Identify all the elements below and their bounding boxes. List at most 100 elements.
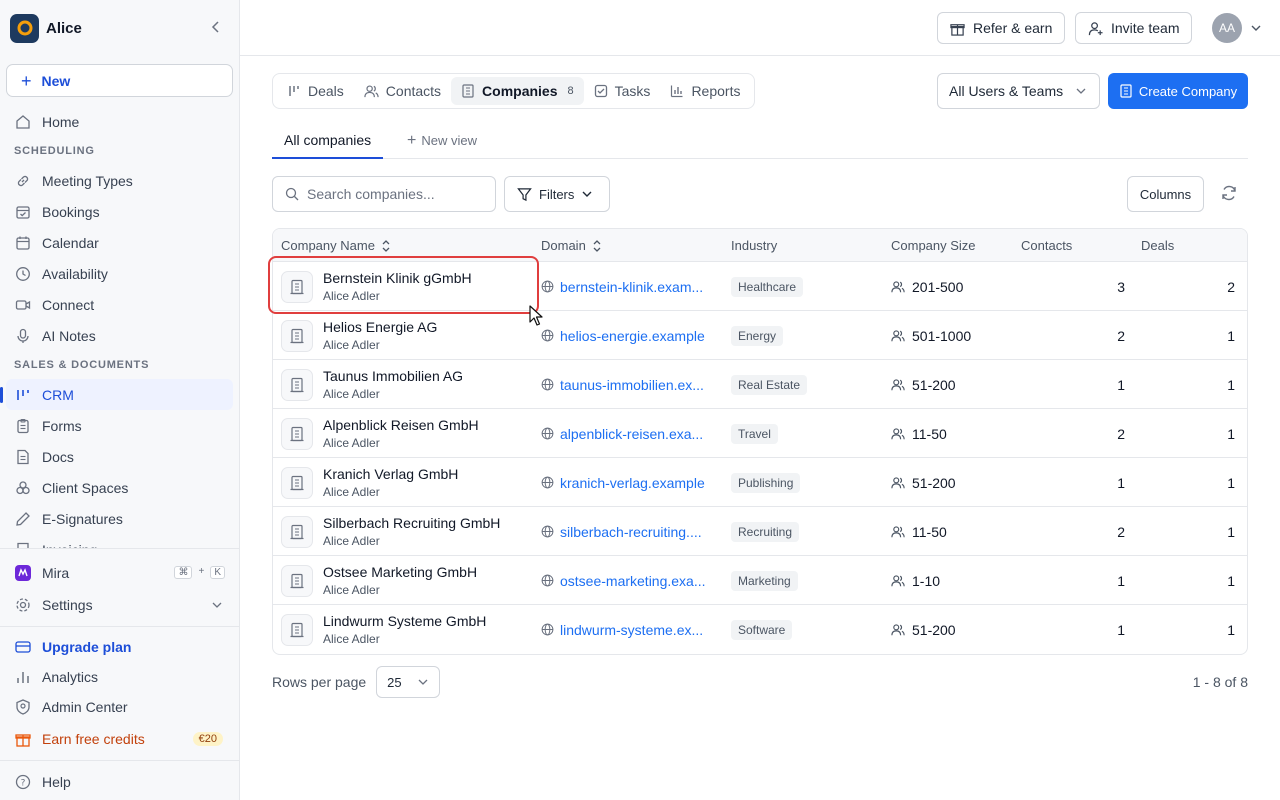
tab-contacts[interactable]: Contacts	[354, 77, 451, 105]
checkbox-icon	[594, 84, 608, 98]
view-tab-all-companies[interactable]: All companies	[272, 122, 384, 159]
rows-per-page-select[interactable]: 25	[376, 666, 441, 698]
sidebar-item-forms[interactable]: Forms	[0, 410, 239, 441]
invite-team-button[interactable]: Invite team	[1075, 12, 1193, 44]
sidebar-item-availability[interactable]: Availability	[0, 258, 239, 289]
column-header-deals[interactable]: Deals	[1141, 229, 1174, 262]
contacts-count: 1	[1117, 621, 1125, 638]
company-name[interactable]: Lindwurm Systeme GmbH	[323, 613, 486, 629]
company-name[interactable]: Ostsee Marketing GmbH	[323, 564, 477, 580]
sidebar-item-upgrade[interactable]: Upgrade plan	[0, 631, 239, 662]
sidebar-item-admin[interactable]: Admin Center	[0, 692, 239, 722]
sidebar-item-connect[interactable]: Connect	[0, 289, 239, 320]
deals-icon	[287, 84, 301, 98]
sidebar: Alice + New Home SCHEDULING Meeting Types B…	[0, 0, 240, 800]
domain-link[interactable]: taunus-immobilien.ex...	[560, 377, 712, 393]
create-company-button[interactable]: Create Company	[1108, 73, 1248, 109]
table-row[interactable]: Ostsee Marketing GmbH Alice Adler ostsee-m…	[273, 556, 1247, 605]
sidebar-item-label: Docs	[42, 448, 74, 465]
domain-link[interactable]: lindwurm-systeme.ex...	[560, 622, 712, 638]
column-header-contacts[interactable]: Contacts	[1021, 229, 1072, 262]
domain-link[interactable]: helios-energie.example	[560, 328, 712, 344]
table-body: Bernstein Klinik gGmbH Alice Adler bernste…	[273, 262, 1247, 654]
sidebar-item-e-signatures[interactable]: E-Signatures	[0, 503, 239, 534]
domain-link[interactable]: ostsee-marketing.exa...	[560, 573, 712, 589]
shield-icon	[14, 698, 32, 716]
domain-link[interactable]: alpenblick-reisen.exa...	[560, 426, 712, 442]
column-header-company-name[interactable]: Company Name	[281, 229, 391, 262]
sidebar-item-home[interactable]: Home	[0, 106, 239, 137]
new-button[interactable]: + New	[6, 64, 233, 97]
domain-link[interactable]: silberbach-recruiting....	[560, 524, 712, 540]
company-name[interactable]: Alpenblick Reisen GmbH	[323, 417, 479, 433]
deals-count: 1	[1227, 376, 1235, 393]
filters-button[interactable]: Filters	[504, 176, 610, 212]
table-row[interactable]: Silberbach Recruiting GmbH Alice Adler sil…	[273, 507, 1247, 556]
sidebar-item-docs[interactable]: Docs	[0, 441, 239, 472]
sidebar-item-help[interactable]: ? Help	[0, 765, 239, 799]
table-row[interactable]: Helios Energie AG Alice Adler helios-energ…	[273, 311, 1247, 360]
sidebar-item-label: Calendar	[42, 234, 99, 251]
app-logo	[10, 13, 39, 43]
columns-button[interactable]: Columns	[1127, 176, 1204, 212]
new-view-button[interactable]: + New view	[407, 122, 477, 159]
chevron-down-icon[interactable]	[1250, 22, 1262, 34]
contacts-count: 2	[1117, 425, 1125, 442]
users-teams-value: All Users & Teams	[949, 83, 1064, 99]
table-row[interactable]: Lindwurm Systeme GmbH Alice Adler lindwurm…	[273, 605, 1247, 654]
company-name[interactable]: Silberbach Recruiting GmbH	[323, 515, 500, 531]
column-header-domain[interactable]: Domain	[541, 229, 602, 262]
company-size-cell: 11-50	[891, 507, 947, 556]
contacts-count: 2	[1117, 523, 1125, 540]
collapse-sidebar-icon[interactable]	[209, 20, 223, 34]
building-icon	[281, 271, 313, 303]
domain-cell: kranich-verlag.example	[541, 458, 717, 507]
table-row[interactable]: Bernstein Klinik gGmbH Alice Adler bernste…	[273, 262, 1247, 311]
sort-icon	[381, 239, 391, 253]
sidebar-item-crm[interactable]: CRM	[0, 379, 233, 410]
plus-icon: +	[407, 131, 417, 149]
chevron-down-icon	[581, 188, 593, 200]
new-view-label: New view	[421, 133, 477, 148]
sidebar-item-analytics[interactable]: Analytics	[0, 662, 239, 692]
sidebar-item-bookings[interactable]: Bookings	[0, 196, 239, 227]
table-row[interactable]: Alpenblick Reisen GmbH Alice Adler alpenbl…	[273, 409, 1247, 458]
company-size-cell: 501-1000	[891, 311, 971, 360]
globe-icon	[541, 623, 554, 636]
company-name[interactable]: Bernstein Klinik gGmbH	[323, 270, 472, 286]
globe-icon	[541, 280, 554, 293]
sidebar-item-ai-notes[interactable]: AI Notes	[0, 320, 239, 351]
column-header-company-size[interactable]: Company Size	[891, 229, 976, 262]
new-button-label: New	[41, 72, 71, 89]
refresh-icon[interactable]	[1220, 184, 1238, 202]
column-header-industry[interactable]: Industry	[731, 229, 777, 262]
tab-label: Contacts	[385, 83, 442, 99]
sidebar-item-calendar[interactable]: Calendar	[0, 227, 239, 258]
add-user-icon	[1088, 21, 1103, 36]
domain-link[interactable]: bernstein-klinik.exam...	[560, 279, 712, 295]
sidebar-item-client-spaces[interactable]: Client Spaces	[0, 472, 239, 503]
table-row[interactable]: Taunus Immobilien AG Alice Adler taunus-im…	[273, 360, 1247, 409]
company-owner: Alice Adler	[323, 387, 380, 401]
company-name[interactable]: Taunus Immobilien AG	[323, 368, 463, 384]
sidebar-item-meeting-types[interactable]: Meeting Types	[0, 165, 239, 196]
avatar[interactable]: AA	[1212, 13, 1242, 43]
tab-reports[interactable]: Reports	[660, 77, 750, 105]
search-input[interactable]	[307, 186, 477, 202]
tab-deals[interactable]: Deals	[277, 77, 354, 105]
refer-earn-button[interactable]: Refer & earn	[937, 12, 1066, 44]
sidebar-item-mira[interactable]: Mira ⌘ + K	[0, 557, 239, 588]
users-teams-select[interactable]: All Users & Teams	[937, 73, 1100, 109]
rows-per-page-label: Rows per page	[272, 674, 367, 690]
tab-companies[interactable]: Companies 8	[451, 77, 584, 105]
company-name[interactable]: Helios Energie AG	[323, 319, 437, 335]
domain-cell: silberbach-recruiting....	[541, 507, 717, 556]
sidebar-item-earn-credits[interactable]: Earn free credits €20	[0, 722, 239, 756]
domain-link[interactable]: kranich-verlag.example	[560, 475, 712, 491]
table-row[interactable]: Kranich Verlag GmbH Alice Adler kranich-ve…	[273, 458, 1247, 507]
company-name[interactable]: Kranich Verlag GmbH	[323, 466, 458, 482]
sidebar-item-invoicing[interactable]: Invoicing	[0, 534, 239, 548]
workspace-switcher[interactable]: Alice	[0, 0, 239, 56]
tab-tasks[interactable]: Tasks	[584, 77, 661, 105]
sidebar-item-settings[interactable]: Settings	[0, 588, 239, 622]
